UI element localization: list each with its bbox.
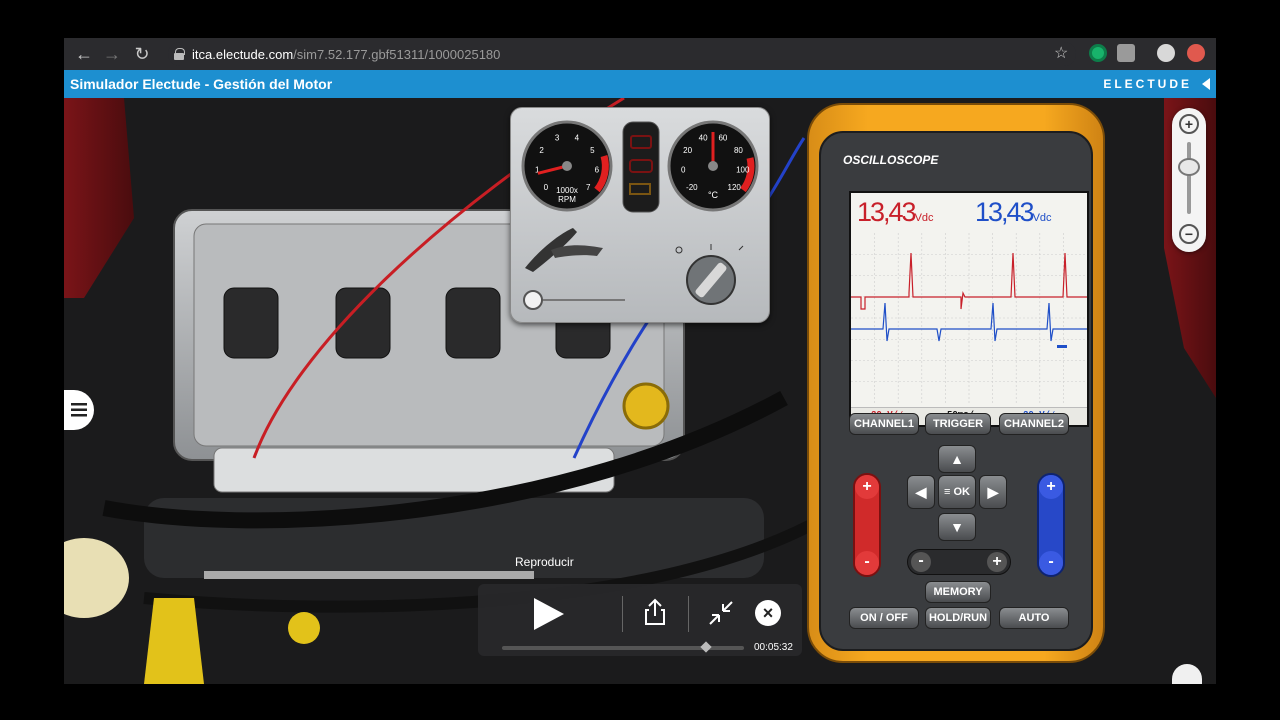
update-icon[interactable] (1187, 44, 1205, 62)
holdrun-button[interactable]: HOLD/RUN (925, 607, 991, 629)
ch1-value: 13,43 (857, 197, 917, 227)
app-title: Simulador Electude - Gestión del Motor (70, 76, 333, 92)
profile-avatar-icon[interactable] (1157, 44, 1175, 62)
play-tooltip: Reproducir (515, 555, 574, 569)
bookmark-star-icon[interactable]: ☆ (1054, 43, 1068, 63)
gauge-tick-label: 0 (681, 165, 686, 174)
gauge-tick-label: 6 (595, 165, 600, 174)
gauge-tick-label: 60 (718, 134, 727, 143)
extension-grey-icon[interactable] (1117, 44, 1135, 62)
gauge-tick-label: 5 (590, 146, 595, 155)
gauge-tick-label: 2 (539, 146, 544, 155)
gauge-tick-label: 120 (728, 183, 742, 192)
auto-button[interactable]: AUTO (999, 607, 1069, 629)
gauge-tick-label: 4 (575, 134, 580, 143)
ch1-reading: 13,43Vdc (857, 197, 934, 228)
url-domain: itca.electude.com (192, 46, 294, 62)
rpm-gauge: 0123 4567 1000x RPM (521, 120, 613, 212)
ch2-value: 13,43 (975, 197, 1035, 227)
forward-icon[interactable]: → (98, 40, 126, 68)
trigger-button[interactable]: TRIGGER (925, 413, 991, 435)
zoom-control: + − (1172, 108, 1206, 252)
zoom-in-button[interactable]: + (1179, 114, 1199, 134)
zoom-slider-track[interactable] (1187, 142, 1191, 214)
oscilloscope-title: OSCILLOSCOPE (843, 153, 939, 167)
down-arrow-button[interactable]: ▼ (938, 513, 976, 541)
video-controls: × 00:05:32 (478, 584, 802, 656)
ch2-unit: Vdc (1032, 212, 1052, 224)
onoff-button[interactable]: ON / OFF (849, 607, 919, 629)
url-path: /sim7.52.177.gbf51311/1000025180 (293, 46, 501, 62)
right-arrow-button[interactable]: ▶ (979, 475, 1007, 509)
rpm-unit-1: 1000x (556, 186, 578, 195)
waveform-plot (851, 233, 1087, 403)
address-bar[interactable]: itca.electude.com/sim7.52.177.gbf51311/1… (168, 42, 1076, 66)
video-progress-handle[interactable] (700, 641, 712, 653)
ch1-plus-icon[interactable]: + (855, 475, 879, 499)
ok-button[interactable]: ≡ OK (938, 475, 976, 509)
temp-unit: °C (708, 190, 719, 200)
channel2-button[interactable]: CHANNEL2 (999, 413, 1069, 435)
brand-logo: ELECTUDE (1103, 77, 1210, 91)
gauge-tick-label: 3 (555, 134, 560, 143)
divider (688, 596, 689, 632)
gauge-tick-label: 40 (699, 134, 708, 143)
minimize-icon[interactable] (708, 600, 734, 626)
gauge-tick-label: 80 (734, 146, 743, 155)
play-button[interactable] (534, 598, 564, 630)
up-arrow-button[interactable]: ▲ (938, 445, 976, 473)
memory-button[interactable]: MEMORY (925, 581, 991, 603)
ch2-minus-icon[interactable]: - (1039, 551, 1063, 575)
channel1-button[interactable]: CHANNEL1 (849, 413, 919, 435)
lock-icon (174, 48, 185, 60)
zoom-slider-handle[interactable] (1178, 158, 1200, 176)
warning-lights (622, 121, 660, 213)
oscilloscope-screen: 13,43Vdc 13,43Vdc 20 V/⁄ 50ms/ 20 V/⁄ (849, 191, 1089, 427)
screen-stage: ← → ↻ itca.electude.com/sim7.52.177.gbf5… (0, 0, 1280, 720)
browser-toolbar: ← → ↻ itca.electude.com/sim7.52.177.gbf5… (64, 38, 1216, 70)
ch1-minus-icon[interactable]: - (855, 551, 879, 575)
gauge-tick-label: 100 (736, 165, 750, 174)
collapse-arrow-icon[interactable] (1202, 78, 1210, 90)
ch2-reading: 13,43Vdc (975, 197, 1052, 228)
extension-green-icon[interactable] (1089, 44, 1107, 62)
dashboard-panel: 01234567 1000x RPM -20 0 20 40 60 80 100 120 (510, 107, 770, 323)
gauge-tick-label: 7 (586, 183, 591, 192)
reload-icon[interactable]: ↻ (128, 40, 156, 68)
app-header: Simulador Electude - Gestión del Motor E… (64, 70, 1216, 98)
rpm-unit-2: RPM (558, 195, 576, 204)
close-icon[interactable]: × (755, 600, 781, 626)
timebase-minus-icon[interactable]: - (911, 552, 931, 572)
left-arrow-button[interactable]: ◀ (907, 475, 935, 509)
divider (622, 596, 623, 632)
brand-text: ELECTUDE (1103, 77, 1192, 91)
ignition-switch (675, 244, 744, 305)
gauges-svg: 01234567 1000x RPM -20020406080100120 (521, 120, 759, 310)
oscilloscope-device: OSCILLOSCOPE 13,43Vdc 13,43Vdc 20 V/⁄ (807, 103, 1105, 663)
oscilloscope-face: OSCILLOSCOPE 13,43Vdc 13,43Vdc 20 V/⁄ (819, 131, 1093, 651)
ch1-unit: Vdc (914, 212, 934, 224)
share-icon[interactable] (644, 598, 666, 626)
timebase-plus-icon[interactable]: + (987, 552, 1007, 572)
gauge-tick-label: -20 (686, 183, 698, 192)
gauge-tick-label: 20 (683, 146, 692, 155)
back-icon[interactable]: ← (70, 40, 98, 68)
hamburger-icon (71, 403, 87, 417)
ch2-plus-icon[interactable]: + (1039, 475, 1063, 499)
zoom-out-button[interactable]: − (1179, 224, 1199, 244)
gauge-tick-label: 0 (544, 183, 549, 192)
throttle-slider-handle (523, 290, 543, 310)
temp-gauge: -200 20 40 60 80 100 120 °C (667, 120, 759, 212)
video-time: 00:05:32 (754, 642, 793, 653)
